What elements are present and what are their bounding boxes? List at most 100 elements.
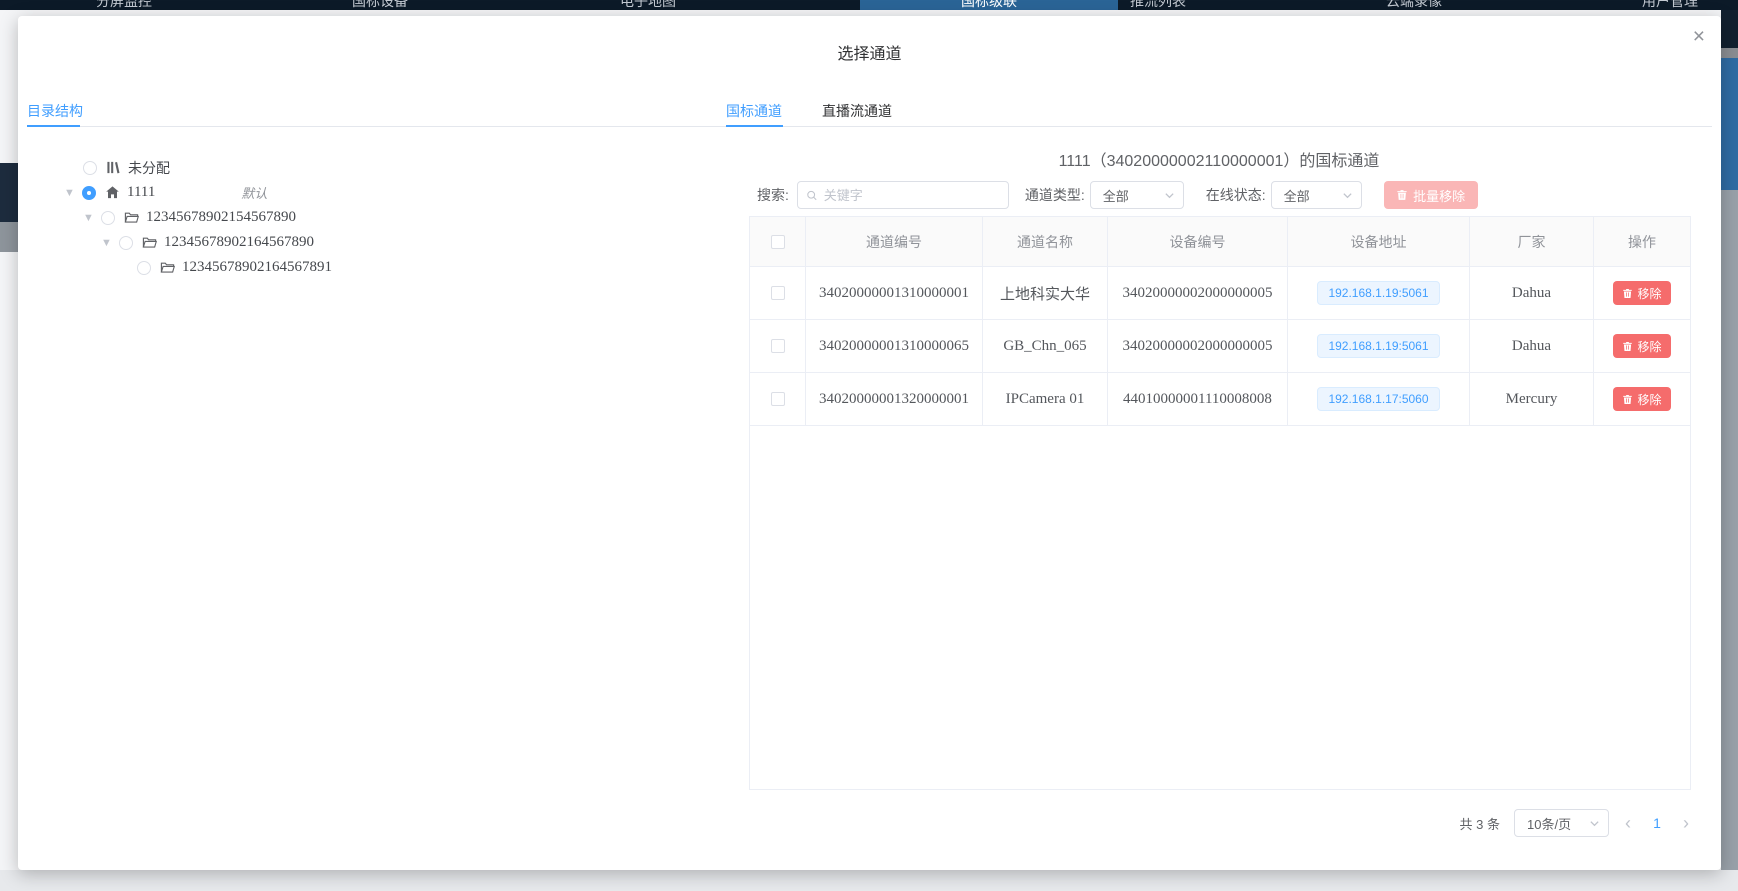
page-number-current[interactable]: 1 [1647,815,1667,831]
folder-icon [160,260,175,275]
remove-button[interactable]: 移除 [1613,281,1670,305]
remove-label: 移除 [1637,285,1661,302]
trash-icon [1396,189,1408,201]
header-device-addr: 设备地址 [1288,217,1470,266]
radio-unchecked[interactable] [101,211,115,225]
action-cell: 移除 [1594,267,1690,319]
home-icon [105,185,120,200]
background-right-fragment-panel [1721,190,1738,870]
search-input-wrap[interactable] [797,181,1009,209]
table-row: 34020000001320000001 IPCamera 01 4401000… [750,373,1690,426]
tree-node-unassigned[interactable]: 未分配 [83,155,170,180]
channel-id-cell: 34020000001310000001 [806,267,983,319]
nav-item-7[interactable]: 用户管理 [1610,0,1730,10]
row-checkbox[interactable] [771,339,785,353]
search-input[interactable] [824,188,1000,203]
row-select-cell [750,320,806,372]
tab-directory-structure[interactable]: 目录结构 [27,100,83,126]
next-page-icon[interactable]: › [1681,814,1691,832]
tree-node-label[interactable]: 12345678902164567890 [164,234,314,251]
row-select-cell [750,267,806,319]
chevron-down-icon [1589,818,1600,829]
pagination-total: 共 3 条 [1460,814,1500,833]
background-top-nav: 分屏监控 国标设备 电子地图 国标级联 推流列表 云端录像 用户管理 [0,0,1738,10]
background-right-fragment-dark [1721,10,1738,48]
table-row: 34020000001310000001 上地科实大华 340200000020… [750,267,1690,320]
device-id-cell: 34020000002000000005 [1108,320,1288,372]
tree-node-label[interactable]: 12345678902164567891 [182,259,332,276]
tree-node-folder-2[interactable]: ▼ 12345678902164567890 [101,230,314,255]
radio-unchecked[interactable] [137,261,151,275]
bars-icon [106,160,121,175]
nav-item-6[interactable]: 云端录像 [1354,0,1474,10]
vendor-cell: Mercury [1470,373,1594,425]
action-cell: 移除 [1594,373,1690,425]
close-icon[interactable]: × [1693,26,1705,47]
table-row: 34020000001310000065 GB_Chn_065 34020000… [750,320,1690,373]
trash-icon [1622,288,1633,299]
tree-node-label[interactable]: 未分配 [128,158,170,178]
background-left-fragment-dark [0,163,18,222]
device-id-cell: 44010000001110008008 [1108,373,1288,425]
nav-item-3[interactable]: 电子地图 [588,0,708,10]
tree-node-folder-3[interactable]: 12345678902164567891 [137,255,332,280]
tree-node-label[interactable]: 12345678902154567890 [146,209,296,226]
batch-remove-button[interactable]: 批量移除 [1384,181,1478,209]
tab-gb-channel[interactable]: 国标通道 [726,100,782,126]
tab-underline-gb [726,125,783,127]
nav-item-4-active[interactable]: 国标级联 [929,0,1049,10]
tab-stream-channel[interactable]: 直播流通道 [822,100,892,126]
select-channel-dialog: 选择通道 × 目录结构 国标通道 直播流通道 未分配 ▼ 1111 默认 ▼ [18,16,1721,870]
prev-page-icon[interactable]: ‹ [1623,814,1633,832]
device-addr-cell: 192.168.1.17:5060 [1288,373,1470,425]
remove-label: 移除 [1637,391,1661,408]
page-size-value: 10条/页 [1527,814,1571,833]
remove-button[interactable]: 移除 [1613,334,1670,358]
page-size-select[interactable]: 10条/页 [1514,809,1609,837]
dialog-title: 选择通道 [18,40,1721,64]
row-checkbox[interactable] [771,286,785,300]
tree-node-1111[interactable]: ▼ 1111 默认 [64,180,267,205]
online-status-select[interactable]: 全部 [1271,181,1362,209]
caret-down-icon[interactable]: ▼ [64,187,82,199]
nav-item-2[interactable]: 国标设备 [320,0,440,10]
vendor-cell: Dahua [1470,320,1594,372]
chevron-down-icon [1342,190,1353,201]
remove-button[interactable]: 移除 [1613,387,1670,411]
background-right-fragment-blue [1721,58,1738,190]
table-header-row: 通道编号 通道名称 设备编号 设备地址 厂家 操作 [750,217,1690,267]
batch-remove-label: 批量移除 [1413,186,1465,205]
channel-id-cell: 34020000001310000065 [806,320,983,372]
header-vendor: 厂家 [1470,217,1594,266]
channel-name-cell: GB_Chn_065 [983,320,1108,372]
channel-name-cell: 上地科实大华 [983,267,1108,319]
header-action: 操作 [1594,217,1690,266]
device-addr-tag: 192.168.1.17:5060 [1317,387,1439,411]
chevron-down-icon [1164,190,1175,201]
nav-item-1[interactable]: 分屏监控 [64,0,184,10]
header-channel-name: 通道名称 [983,217,1108,266]
remove-label: 移除 [1637,338,1661,355]
row-checkbox[interactable] [771,392,785,406]
radio-unchecked[interactable] [83,161,97,175]
device-addr-cell: 192.168.1.19:5061 [1288,267,1470,319]
channel-type-select[interactable]: 全部 [1090,181,1184,209]
online-status-value: 全部 [1284,186,1310,205]
caret-down-icon[interactable]: ▼ [83,212,101,224]
device-id-cell: 34020000002000000005 [1108,267,1288,319]
search-label: 搜索: [757,185,789,205]
trash-icon [1622,341,1633,352]
background-left-fragment-gray [0,222,18,252]
radio-unchecked[interactable] [119,236,133,250]
online-status-label: 在线状态: [1206,185,1266,205]
tree-node-folder-1[interactable]: ▼ 12345678902154567890 [83,205,296,230]
select-all-checkbox[interactable] [771,235,785,249]
caret-down-icon[interactable]: ▼ [101,237,119,249]
tab-underline-left [27,125,80,127]
nav-item-5[interactable]: 推流列表 [1098,0,1218,10]
channel-id-cell: 34020000001320000001 [806,373,983,425]
filter-row: 搜索: 通道类型: 全部 在线状态: 全部 批量移除 [757,181,1478,209]
tree-node-label[interactable]: 1111 [127,184,155,201]
device-addr-tag: 192.168.1.19:5061 [1317,334,1439,358]
radio-checked[interactable] [82,186,96,200]
